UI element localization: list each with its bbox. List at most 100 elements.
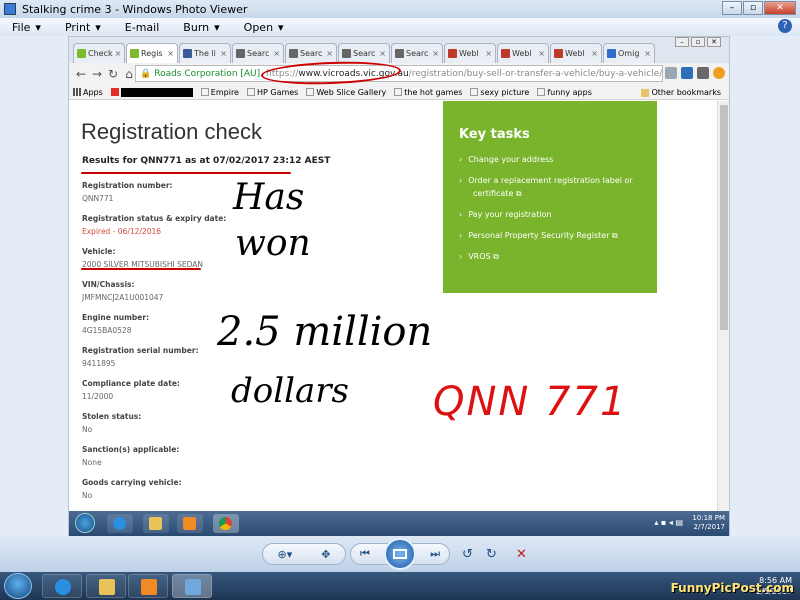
menu-burn[interactable]: Burn ▾ <box>183 21 219 34</box>
inner-start-orb[interactable] <box>75 513 95 533</box>
tab-close-icon[interactable]: × <box>644 49 651 58</box>
tab-label: Searc <box>353 49 376 58</box>
inner-clock[interactable]: 10:18 PM 2/7/2017 <box>692 514 725 532</box>
external-link-icon: ⧉ <box>493 252 499 261</box>
tab-close-icon[interactable]: × <box>432 49 439 58</box>
bookmark-web-slice[interactable]: Web Slice Gallery <box>306 88 386 97</box>
rotate-ccw-icon[interactable]: ↺ <box>462 547 473 562</box>
bookmark-funny-apps[interactable]: funny apps <box>537 88 592 97</box>
browser-tab[interactable]: The li × <box>179 43 231 63</box>
forward-icon[interactable]: → <box>89 67 105 81</box>
tab-label: Webl <box>512 49 532 58</box>
media-player-icon <box>141 579 157 595</box>
reload-icon[interactable]: ↻ <box>105 67 121 81</box>
close-button[interactable]: ✕ <box>764 1 796 15</box>
field-value: QNN771 <box>82 194 114 203</box>
chevron-down-icon: ▾ <box>214 20 220 34</box>
inner-taskbar-ie[interactable] <box>107 514 133 533</box>
delete-icon[interactable]: ✕ <box>516 547 527 562</box>
rotate-cw-icon[interactable]: ↻ <box>486 547 497 562</box>
bookmark-hot-games[interactable]: the hot games <box>394 88 462 97</box>
taskbar-explorer[interactable] <box>86 574 126 598</box>
key-task-label: Pay your registration <box>468 210 552 219</box>
browser-tab[interactable]: Check × <box>73 43 125 63</box>
other-bookmarks[interactable]: Other bookmarks <box>641 88 721 97</box>
results-underline <box>81 172 291 174</box>
url-path: /registration/buy-sell-or-transfer-a-veh… <box>408 68 663 79</box>
tab-close-icon[interactable]: × <box>326 49 333 58</box>
extension-icon[interactable] <box>697 67 709 79</box>
bookmark-sexy-picture[interactable]: sexy picture <box>470 88 529 97</box>
key-task-link[interactable]: › Personal Property Security Register ⧉ <box>459 229 639 242</box>
browser-tab[interactable]: Webl × <box>550 43 602 63</box>
tab-label: The li <box>194 49 216 58</box>
actual-size-icon[interactable]: ✥ <box>321 548 330 561</box>
tab-close-icon[interactable]: × <box>167 49 174 58</box>
bookmark-apps[interactable]: Apps <box>73 88 103 97</box>
taskbar-ie[interactable] <box>42 574 82 598</box>
key-task-link[interactable]: › Order a replacement registration label … <box>459 174 639 200</box>
maximize-button[interactable]: ▫ <box>743 1 763 15</box>
inner-clock-time: 10:18 PM <box>692 514 725 522</box>
browser-tab[interactable]: Webl × <box>497 43 549 63</box>
help-icon[interactable]: ? <box>778 19 792 33</box>
tab-favicon-icon <box>77 49 86 58</box>
menu-print[interactable]: Print ▾ <box>65 21 101 34</box>
taskbar-photo-viewer[interactable] <box>172 574 212 598</box>
bookmark-empire[interactable]: Empire <box>200 88 239 97</box>
browser-tab[interactable]: Omig × <box>603 43 655 63</box>
handwriting-dollars: dollars <box>231 371 349 411</box>
chrome-minimize-button[interactable]: – <box>675 37 689 47</box>
inner-taskbar-chrome[interactable] <box>213 514 239 533</box>
page-scrollbar[interactable] <box>717 101 729 511</box>
tab-close-icon[interactable]: × <box>591 49 598 58</box>
tab-close-icon[interactable]: × <box>220 49 227 58</box>
back-icon[interactable]: ← <box>73 67 89 81</box>
scrollbar-thumb[interactable] <box>720 105 728 330</box>
tab-close-icon[interactable]: × <box>538 49 545 58</box>
previous-icon[interactable]: ⏮ <box>360 547 370 561</box>
chrome-maximize-button[interactable]: ▫ <box>691 37 705 47</box>
field-value: JMFMNCJ2A1U001047 <box>82 293 164 302</box>
tab-close-icon[interactable]: × <box>115 49 122 58</box>
extension-icon[interactable] <box>665 67 677 79</box>
field-value: 4G15BA0528 <box>82 326 132 335</box>
photo-viewer-icon <box>4 3 16 15</box>
menu-open[interactable]: Open ▾ <box>244 21 284 34</box>
browser-tab[interactable]: Searc × <box>232 43 284 63</box>
tab-close-icon[interactable]: × <box>273 49 280 58</box>
tab-close-icon[interactable]: × <box>485 49 492 58</box>
browser-tab[interactable]: Webl × <box>444 43 496 63</box>
folder-icon <box>641 88 650 97</box>
tab-close-icon[interactable]: × <box>379 49 386 58</box>
start-orb[interactable] <box>4 573 32 599</box>
bookmark-hp-games[interactable]: HP Games <box>246 88 298 97</box>
image-viewport: – ▫ ✕ Check × Regis × The li × Searc × Searc × Sea… <box>0 36 800 570</box>
field-label: Registration status & expiry date: <box>82 214 227 223</box>
page-icon <box>306 88 315 96</box>
window-title-bar: Stalking crime 3 - Windows Photo Viewer … <box>0 0 800 18</box>
slideshow-button[interactable] <box>384 538 416 570</box>
key-task-link[interactable]: › Pay your registration <box>459 208 639 221</box>
browser-tab[interactable]: Searc × <box>285 43 337 63</box>
zoom-icon[interactable]: ⊕▾ <box>278 548 293 561</box>
extension-icon[interactable] <box>681 67 693 79</box>
inner-taskbar-explorer[interactable] <box>143 514 169 533</box>
arrow-right-icon: › <box>459 231 463 240</box>
extension-icon[interactable] <box>713 67 725 79</box>
key-task-link[interactable]: › VROS ⧉ <box>459 250 639 263</box>
inner-taskbar-media[interactable] <box>177 514 203 533</box>
browser-tab[interactable]: Searc × <box>338 43 390 63</box>
browser-tab[interactable]: Regis × <box>126 43 178 63</box>
taskbar-media[interactable] <box>128 574 168 598</box>
arrow-right-icon: › <box>459 155 463 164</box>
minimize-button[interactable]: – <box>722 1 742 15</box>
menu-file[interactable]: File ▾ <box>12 21 41 34</box>
key-task-link[interactable]: › Change your address <box>459 153 639 166</box>
next-icon[interactable]: ⏭ <box>430 547 440 561</box>
chrome-close-button[interactable]: ✕ <box>707 37 721 47</box>
bookmark-redacted[interactable] <box>110 87 193 97</box>
browser-tab[interactable]: Searc × <box>391 43 443 63</box>
tray-icons[interactable]: ▴ ▪ ◂ ▤ <box>654 518 683 527</box>
menu-email[interactable]: E-mail <box>125 21 160 34</box>
